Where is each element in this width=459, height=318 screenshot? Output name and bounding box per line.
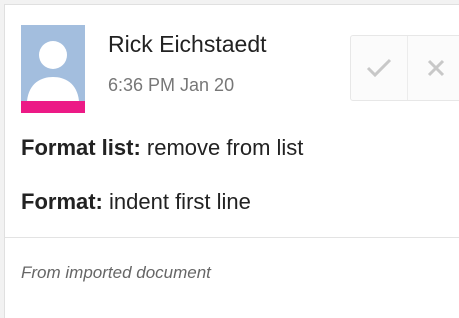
user-silhouette-icon bbox=[21, 25, 85, 113]
suggestion-line: Format: indent first line bbox=[21, 189, 251, 215]
accept-suggestion-button[interactable] bbox=[351, 36, 407, 100]
reject-suggestion-button[interactable] bbox=[407, 36, 459, 100]
user-avatar bbox=[21, 25, 85, 113]
suggestion-label: Format list: bbox=[21, 135, 141, 160]
divider bbox=[5, 237, 459, 238]
footer-note: From imported document bbox=[21, 263, 211, 282]
checkmark-icon bbox=[366, 58, 392, 78]
close-icon bbox=[427, 59, 445, 77]
comment-timestamp: 6:36 PM Jan 20 bbox=[108, 75, 235, 95]
suggestion-line: Format list: remove from list bbox=[21, 135, 303, 161]
suggestion-value: remove from list bbox=[146, 135, 304, 160]
suggestion-comment-card[interactable]: Rick Eichstaedt 6:36 PM Jan 20 Format li… bbox=[4, 4, 459, 318]
comment-author: Rick Eichstaedt bbox=[108, 31, 267, 57]
suggestion-label: Format: bbox=[21, 189, 103, 214]
suggestion-actions bbox=[350, 35, 459, 101]
suggestion-value: indent first line bbox=[109, 189, 251, 214]
avatar-color-stripe bbox=[21, 101, 85, 113]
